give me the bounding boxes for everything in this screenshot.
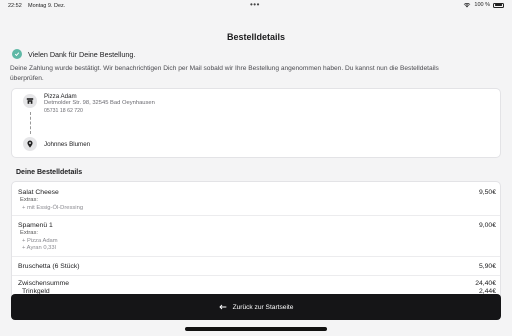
subtotal-value: 24,40€ [475, 280, 496, 287]
arrow-left-icon [218, 304, 226, 310]
item-extras-label: Extras: [20, 230, 39, 236]
list-item: Bruschetta (6 Stück) 5,90€ [18, 263, 496, 270]
thanks-text: Vielen Dank für Deine Bestellung. [28, 49, 136, 59]
item-extra: + Pizza Adam [22, 238, 58, 244]
item-price: 9,50€ [478, 189, 496, 196]
item-name: Salat Cheese [18, 189, 59, 196]
divider [12, 275, 500, 276]
status-bar: 22:52 Montag 9. Dez. ••• 100 % [0, 0, 512, 12]
battery-percent: 100 % [474, 2, 490, 8]
battery-icon [493, 2, 504, 8]
customer-name: Johnnes Blumen [44, 141, 91, 148]
subtotal-label: Zwischensumme [18, 280, 69, 287]
order-items-card: Salat Cheese 9,50€ Extras: + mit Essig-Ö… [11, 181, 501, 311]
item-extras-label: Extras: [20, 197, 39, 203]
restaurant-icon [23, 94, 37, 108]
list-item: Salat Cheese 9,50€ [18, 189, 496, 196]
location-pin-icon [23, 137, 37, 151]
home-indicator[interactable] [185, 327, 327, 331]
item-extra: + mit Essig-Öl-Dressing [22, 205, 84, 211]
order-details-heading: Deine Bestelldetails [16, 169, 83, 176]
item-name: Spamenü 1 [18, 222, 53, 229]
status-date: Montag 9. Dez. [28, 3, 66, 9]
route-dashed-line [30, 112, 31, 134]
item-extra: + Ayran 0,33l [22, 245, 56, 251]
list-item: Spamenü 1 9,00€ [18, 222, 496, 229]
confirmation-message: Vielen Dank für Deine Bestellung. [12, 49, 135, 59]
restaurant-phone[interactable]: 05731 18 62 720 [44, 108, 83, 114]
subtotal-row: Zwischensumme 24,40€ [18, 280, 496, 287]
item-price: 5,90€ [478, 263, 496, 270]
divider [12, 256, 500, 257]
status-right: 100 % [463, 2, 504, 8]
item-price: 9,00€ [478, 222, 496, 229]
status-time: 22:52 [8, 3, 22, 9]
wifi-icon [464, 2, 471, 8]
confirmation-description: Deine Zahlung wurde bestätigt. Wir benac… [10, 65, 439, 82]
restaurant-name: Pizza Adam [44, 93, 77, 100]
item-name: Bruschetta (6 Stück) [18, 263, 80, 270]
check-badge-icon [12, 49, 22, 59]
divider [12, 215, 500, 216]
restaurant-address: Detmolder Str. 98, 32545 Bad Oeynhausen [44, 100, 155, 106]
page-title: Bestelldetails [226, 32, 286, 42]
back-to-home-button[interactable]: Zurück zur Startseite [11, 294, 501, 320]
back-button-label: Zurück zur Startseite [232, 303, 294, 311]
multitasking-dots-icon[interactable]: ••• [250, 0, 260, 9]
